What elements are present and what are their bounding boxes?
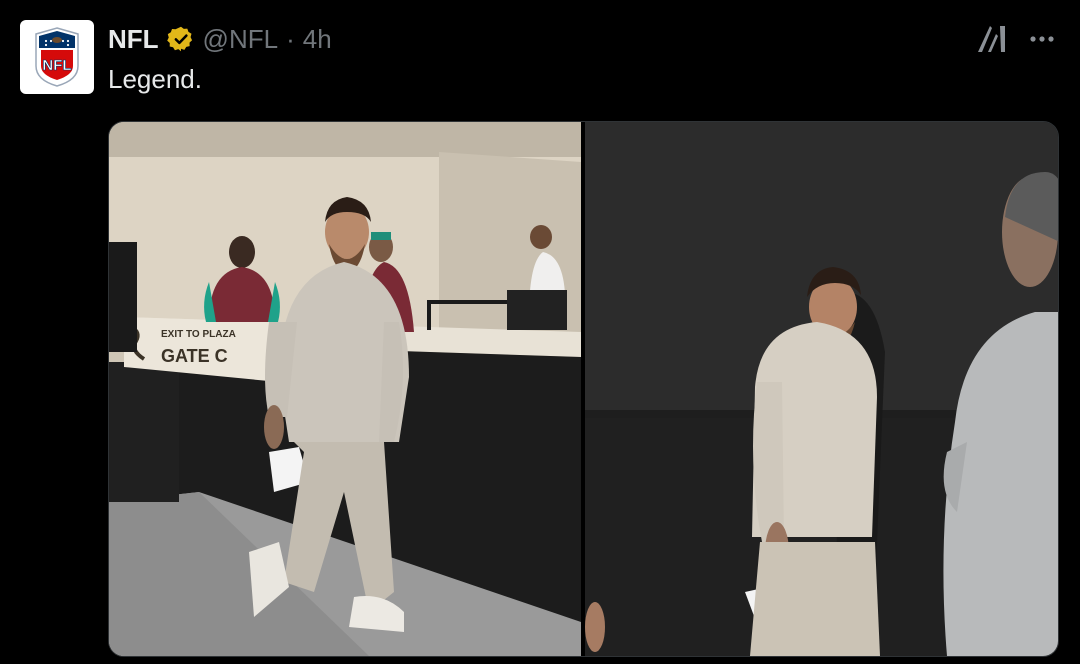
author-handle[interactable]: @NFL	[203, 24, 279, 55]
tweet-timestamp[interactable]: 4h	[303, 24, 332, 55]
author-name[interactable]: NFL	[108, 24, 159, 55]
separator-dot: ·	[286, 23, 295, 54]
media-photo-2[interactable]	[585, 122, 1058, 656]
more-options-icon[interactable]	[1026, 24, 1058, 54]
media-photo-1[interactable]: EXIT TO PLAZA GATE C	[109, 122, 581, 656]
nfl-logo-text: NFL	[42, 57, 71, 74]
verified-badge-icon[interactable]	[166, 25, 195, 53]
tweet-header: NFL @NFL · 4h	[108, 22, 332, 56]
avatar[interactable]: NFL	[20, 20, 94, 94]
tweet-text: Legend.	[108, 64, 202, 94]
tweet-media-grid: EXIT TO PLAZA GATE C	[108, 121, 1059, 657]
sign-line-1: EXIT TO PLAZA	[161, 329, 236, 340]
grok-icon[interactable]	[974, 22, 1010, 56]
sign-line-2: GATE C	[161, 346, 228, 366]
nfl-logo: NFL	[35, 27, 79, 87]
